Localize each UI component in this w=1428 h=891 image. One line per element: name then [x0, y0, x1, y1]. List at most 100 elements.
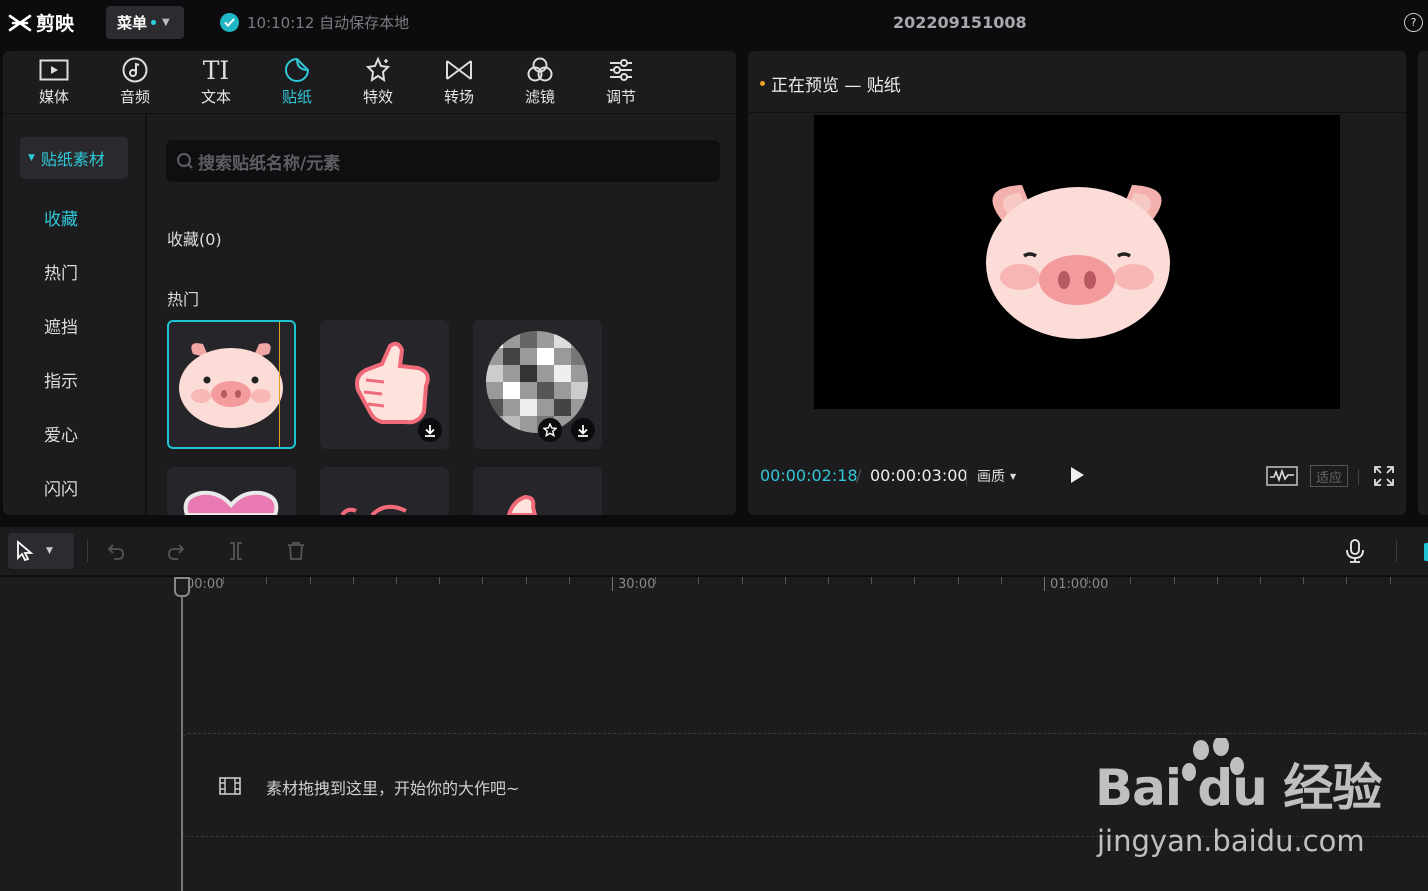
preview-panel: 正在预览 — 贴纸 00:00:02:18 / 00:00:03:00 画质 ▼…	[748, 51, 1406, 515]
sidebar-item-heart[interactable]: 爱心	[44, 421, 78, 446]
paw-icon	[1182, 738, 1244, 781]
ruler-tick	[1346, 577, 1348, 584]
download-icon[interactable]	[418, 418, 442, 442]
preview-title-text: 正在预览 — 贴纸	[771, 76, 901, 96]
pointing-hand-sticker-image	[506, 494, 538, 515]
preview-title: 正在预览 — 贴纸	[760, 71, 901, 96]
menu-button[interactable]: 菜单 ▼	[106, 6, 184, 39]
sidebar-item-cover[interactable]: 遮挡	[44, 313, 78, 338]
material-panel: 媒体 音频 TI 文本 贴纸 特效 转场 滤镜 调节 ▼ 贴纸素材 收藏 热门 …	[3, 51, 736, 515]
notification-dot	[151, 20, 157, 25]
category-header-label: 贴纸素材	[40, 150, 105, 169]
ruler-tick	[957, 577, 959, 584]
sticker-thumbnail-heart[interactable]	[167, 467, 296, 515]
tab-text[interactable]: TI 文本	[186, 54, 246, 114]
undo-icon[interactable]	[106, 541, 126, 561]
ruler-tick	[1260, 577, 1261, 584]
status-dot	[760, 81, 765, 86]
tab-stickers[interactable]: 贴纸	[267, 54, 327, 114]
waveform-toggle-button[interactable]	[1266, 465, 1298, 487]
ruler-label: 30:00	[618, 577, 656, 592]
time-ruler[interactable]: 00:00 30:00 01:00:00	[180, 577, 1428, 597]
fullscreen-button[interactable]	[1373, 465, 1395, 487]
ruler-tick	[828, 577, 829, 584]
sticker-thumbnail-thumbs-up[interactable]	[320, 320, 449, 449]
tab-filters[interactable]: 滤镜	[510, 54, 570, 114]
tab-transitions[interactable]: 转场	[429, 54, 489, 114]
ruler-tick	[568, 577, 570, 584]
ruler-tick	[698, 577, 700, 584]
sidebar-item-pointer[interactable]: 指示	[44, 367, 78, 392]
sidebar-item-hot[interactable]: 热门	[44, 259, 78, 284]
caret-down-icon: ▼	[1010, 471, 1017, 481]
tab-adjust[interactable]: 调节	[591, 54, 651, 114]
sticker-thumbnail-mosaic[interactable]	[473, 320, 602, 449]
quality-label: 画质	[977, 469, 1005, 485]
playback-marker	[279, 322, 280, 447]
audio-icon	[118, 54, 152, 86]
divider	[1358, 469, 1359, 485]
redo-icon[interactable]	[166, 541, 186, 561]
menu-label: 菜单	[117, 14, 148, 32]
tab-audio[interactable]: 音频	[105, 54, 165, 114]
capcut-logo-icon	[8, 14, 32, 31]
divider	[87, 540, 88, 562]
app-name: 剪映	[36, 13, 75, 35]
tab-label: 转场	[443, 88, 474, 106]
ruler-label: 00:00	[186, 577, 224, 592]
playhead-handle[interactable]	[174, 577, 190, 597]
tab-media[interactable]: 媒体	[24, 54, 84, 114]
transition-icon	[442, 54, 476, 86]
category-tab-bar: 媒体 音频 TI 文本 贴纸 特效 转场 滤镜 调节	[3, 51, 736, 114]
preview-header: 正在预览 — 贴纸	[748, 51, 1406, 113]
ruler-tick	[1000, 577, 1002, 584]
baidu-jingyan-watermark: Bai du 经验 jingyan.baidu.com	[1095, 738, 1428, 891]
quality-dropdown[interactable]: 画质 ▼	[977, 466, 1016, 486]
sticker-thumbnail-pig[interactable]	[167, 320, 296, 449]
sticker-category-sidebar: ▼ 贴纸素材 收藏 热门 遮挡 指示 爱心 闪闪	[3, 114, 147, 515]
watermark-url: jingyan.baidu.com	[1097, 824, 1365, 858]
timecode-separator: /	[856, 466, 862, 485]
sidebar-item-favorites[interactable]: 收藏	[44, 205, 78, 230]
current-timecode: 00:00:02:18	[760, 466, 858, 485]
sticker-search-input[interactable]: 搜索贴纸名称/元素	[166, 140, 720, 182]
project-title: 202209151008	[893, 13, 1027, 32]
waveform-icon	[1266, 466, 1298, 486]
favorite-star-icon[interactable]	[538, 418, 562, 442]
sticker-thumbnail-pointing[interactable]	[473, 467, 602, 515]
ruler-tick	[784, 577, 786, 584]
ruler-tick	[352, 577, 354, 584]
tab-label: 滤镜	[524, 88, 555, 106]
ruler-tick	[266, 577, 268, 584]
microphone-icon[interactable]	[1345, 539, 1365, 563]
tab-label: 调节	[605, 88, 636, 106]
tab-effects[interactable]: 特效	[348, 54, 408, 114]
film-strip-icon	[219, 777, 241, 799]
play-button[interactable]	[1068, 465, 1088, 487]
ruler-tick	[1173, 577, 1175, 584]
ruler-tick	[396, 577, 397, 584]
divider	[1396, 540, 1397, 562]
pig-sticker-image	[179, 343, 283, 428]
help-icon[interactable]: ?	[1404, 13, 1423, 32]
ruler-tick	[1216, 577, 1218, 584]
hands-sticker-image	[340, 504, 407, 515]
preview-canvas[interactable]	[814, 115, 1340, 409]
split-icon[interactable]	[226, 541, 246, 561]
download-icon[interactable]	[571, 418, 595, 442]
timeline-toggle-edge[interactable]	[1424, 543, 1428, 561]
ruler-label: 01:00:00	[1050, 577, 1109, 592]
fit-label: 适应	[1315, 470, 1342, 486]
sticker-materials-header[interactable]: ▼ 贴纸素材	[20, 137, 128, 179]
select-tool-dropdown[interactable]: ▼	[8, 533, 74, 569]
text-icon: TI	[202, 55, 230, 85]
caret-down-icon: ▼	[28, 153, 35, 163]
sticker-thumbnail-hands[interactable]	[320, 467, 449, 515]
filter-icon	[523, 54, 557, 86]
divider	[966, 469, 967, 485]
delete-icon[interactable]	[286, 541, 306, 561]
tab-label: 文本	[200, 88, 231, 106]
sidebar-item-sparkle[interactable]: 闪闪	[44, 475, 78, 500]
ruler-tick	[612, 577, 613, 591]
fit-ratio-button[interactable]: 适应	[1310, 465, 1348, 487]
